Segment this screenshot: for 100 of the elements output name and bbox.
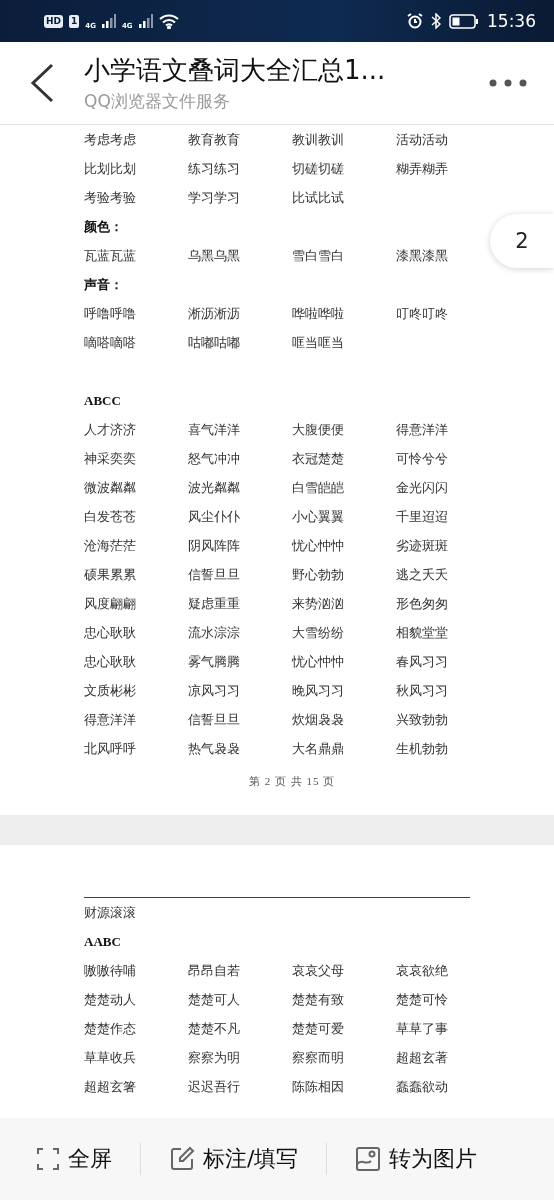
word-entry: 白发苍苍 [84,507,136,526]
word-entry: 形色匆匆 [396,594,448,613]
word-entry: 风度翩翩 [84,594,136,613]
word-entry: 炊烟袅袅 [292,710,344,729]
word-entry: 波光粼粼 [188,478,240,497]
page-indicator: 2 [490,214,554,268]
word-entry: 咕嘟咕嘟 [188,333,240,352]
word-entry: 怒气冲冲 [188,449,240,468]
word-entry: 可怜兮兮 [396,449,448,468]
image-icon [355,1146,382,1172]
word-entry: 疑虑重重 [188,594,240,613]
word-entry: 糊弄糊弄 [396,159,448,178]
word-entry: 大名鼎鼎 [292,739,344,758]
hd-badge: HD [44,14,63,28]
word-entry: 嗷嗷待哺 [84,961,136,980]
word-entry: 切磋切磋 [292,159,344,178]
word-entry: 哀哀欲绝 [396,961,448,980]
battery-icon [449,13,479,29]
word-entry: 信誓旦旦 [188,565,240,584]
word-entry: 瓦蓝瓦蓝 [84,246,136,265]
word-entry: 沧海茫茫 [84,536,136,555]
word-entry: 叮咚叮咚 [396,304,448,323]
section-heading: ABCC [84,392,121,409]
toolbar-button[interactable]: 标注/填写 [169,1144,299,1174]
word-entry: 漆黑漆黑 [396,246,448,265]
word-entry: 昂昂自若 [188,961,240,980]
word-entry: 忠心耿耿 [84,623,136,642]
word-entry: 楚楚作态 [84,1019,136,1038]
word-entry: 金光闪闪 [396,478,448,497]
word-entry: 迟迟吾行 [188,1077,240,1096]
word-entry: 神采奕奕 [84,449,136,468]
signal-icon [101,14,116,28]
word-entry: 雪白雪白 [292,246,344,265]
word-entry: 千里迢迢 [396,507,448,526]
toolbar-button[interactable]: 转为图片 [355,1144,478,1174]
word-entry: 嘀嗒嘀嗒 [84,333,136,352]
fullscreen-icon [36,1147,60,1171]
word-entry: 草草了事 [396,1019,448,1038]
word-entry: 草草收兵 [84,1048,136,1067]
word-entry: 生机勃勃 [396,739,448,758]
word-entry: 喜气洋洋 [188,420,240,439]
word-entry: 衣冠楚楚 [292,449,344,468]
word-entry: 晚风习习 [292,681,344,700]
word-entry: 硕果累累 [84,565,136,584]
word-entry: 大腹便便 [292,420,344,439]
word-entry: 来势汹汹 [292,594,344,613]
word-entry: 考虑考虑 [84,130,136,149]
wifi-icon [158,13,179,29]
word-entry: 察察而明 [292,1048,344,1067]
word-entry: 呼噜呼噜 [84,304,136,323]
word-entry: 得意洋洋 [396,420,448,439]
word-entry: 财源滚滚 [84,903,136,922]
more-icon [488,78,528,88]
toolbar-button[interactable]: 全屏 [36,1144,112,1174]
section-heading: AABC [84,933,121,950]
word-entry: 学习学习 [188,188,240,207]
word-entry: 流水淙淙 [188,623,240,642]
word-entry: 察察为明 [188,1048,240,1067]
alarm-icon [407,13,423,29]
word-entry: 文质彬彬 [84,681,136,700]
word-entry: 哐当哐当 [292,333,344,352]
word-entry: 劣迹斑斑 [396,536,448,555]
word-entry: 教育教育 [188,130,240,149]
word-entry: 兴致勃勃 [396,710,448,729]
word-entry: 超超玄著 [396,1048,448,1067]
word-entry: 蠢蠢欲动 [396,1077,448,1096]
word-entry: 小心翼翼 [292,507,344,526]
word-entry: 教训教训 [292,130,344,149]
word-entry: 考验考验 [84,188,136,207]
word-entry: 楚楚不凡 [188,1019,240,1038]
word-entry: 忧心忡忡 [292,536,344,555]
word-entry: 雾气腾腾 [188,652,240,671]
word-entry: 楚楚可人 [188,990,240,1009]
word-entry: 练习练习 [188,159,240,178]
word-entry: 陈陈相因 [292,1077,344,1096]
word-entry: 超超玄箸 [84,1077,136,1096]
word-entry: 楚楚动人 [84,990,136,1009]
word-entry: 比划比划 [84,159,136,178]
word-entry: 春风习习 [396,652,448,671]
section-heading: 声音： [84,275,123,294]
word-entry: 逃之夭夭 [396,565,448,584]
word-entry: 活动活动 [396,130,448,149]
word-entry: 凉风习习 [188,681,240,700]
document-subtitle: QQ浏览器文件服务 [84,90,231,113]
word-entry: 忧心忡忡 [292,652,344,671]
back-icon [29,63,55,103]
bluetooth-icon [431,13,441,29]
word-entry: 哀哀父母 [292,961,344,980]
word-entry: 楚楚有致 [292,990,344,1009]
sim-badge: 1 [69,14,80,28]
word-entry: 得意洋洋 [84,710,136,729]
word-entry: 楚楚可爱 [292,1019,344,1038]
section-heading: 颜色： [84,217,123,236]
word-entry: 风尘仆仆 [188,507,240,526]
word-entry: 秋风习习 [396,681,448,700]
word-entry: 热气袅袅 [188,739,240,758]
signal-icon [138,14,153,28]
word-entry: 相貌堂堂 [396,623,448,642]
word-entry: 北风呼呼 [84,739,136,758]
edit-icon [169,1146,195,1172]
